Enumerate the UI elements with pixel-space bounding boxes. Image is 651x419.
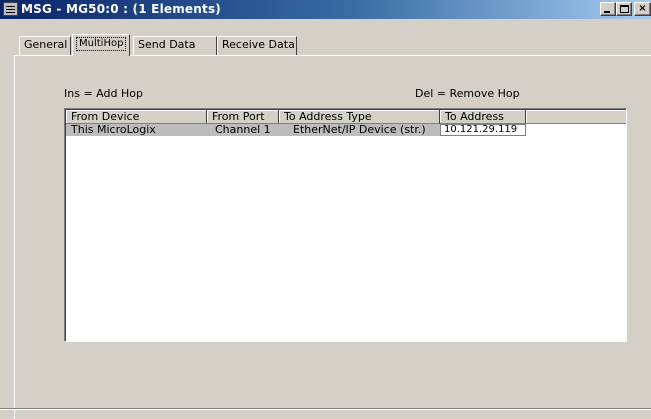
cell-from-device[interactable]: This MicroLogix [66, 124, 207, 136]
tab-send-data-label: Send Data [138, 38, 196, 51]
remove-hop-hint: Del = Remove Hop [415, 87, 520, 100]
tab-general-label: General [24, 38, 68, 51]
table-header: From Device From Port To Address Type To… [66, 110, 626, 124]
close-button[interactable]: × [634, 2, 651, 16]
msg-dialog-window: MSG - MG50:0 : (1 Elements) × General Mu… [0, 0, 651, 419]
to-address-input[interactable]: 10.121.29.119 [440, 124, 526, 136]
tab-multihop-label: MultiHop [75, 37, 127, 51]
column-header-from-device[interactable]: From Device [66, 110, 207, 124]
tab-multihop[interactable]: MultiHop [72, 34, 130, 56]
window-title: MSG - MG50:0 : (1 Elements) [21, 2, 221, 16]
bottom-divider-highlight [0, 409, 651, 410]
column-header-from-port[interactable]: From Port [207, 110, 279, 124]
column-header-filler [526, 110, 626, 124]
tab-receive-data[interactable]: Receive Data [217, 36, 297, 55]
title-bar[interactable]: MSG - MG50:0 : (1 Elements) × [0, 0, 651, 19]
minimize-icon [604, 11, 610, 13]
tab-general[interactable]: General [19, 36, 71, 55]
table-row[interactable]: This MicroLogix Channel 1 EtherNet/IP De… [66, 124, 626, 136]
close-icon: × [638, 3, 647, 14]
cell-from-port[interactable]: Channel 1 [207, 124, 279, 136]
tab-receive-data-label: Receive Data [222, 38, 295, 51]
column-header-to-address-type[interactable]: To Address Type [279, 110, 440, 124]
cell-to-address-type[interactable]: EtherNet/IP Device (str.) [279, 124, 440, 136]
app-icon [3, 2, 18, 16]
maximize-icon [620, 5, 629, 13]
column-header-to-address[interactable]: To Address [440, 110, 526, 124]
add-hop-hint: Ins = Add Hop [64, 87, 143, 100]
hop-list-table[interactable]: From Device From Port To Address Type To… [64, 108, 627, 342]
tab-send-data[interactable]: Send Data [133, 36, 217, 55]
minimize-button[interactable] [600, 2, 616, 16]
maximize-button[interactable] [616, 2, 632, 16]
